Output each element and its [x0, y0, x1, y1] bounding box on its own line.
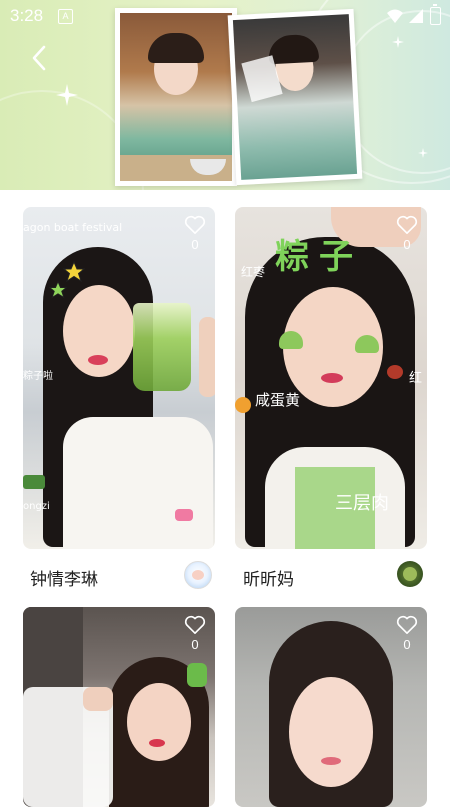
- drink-glass: [133, 303, 191, 391]
- card-sticker-text: ongzi: [23, 501, 50, 512]
- sparkle-icon: [392, 36, 404, 48]
- banner-photo-1: [115, 8, 237, 186]
- header-banner: 3:28 A: [0, 0, 450, 190]
- card-sticker-text: 粽子啦: [23, 371, 53, 382]
- banner-photo-image: [232, 14, 358, 180]
- face-shape: [127, 683, 191, 761]
- like-button[interactable]: 0: [395, 215, 419, 252]
- hand-shape: [83, 687, 113, 711]
- avatar-inner: [403, 567, 417, 581]
- card-sticker-text: 红枣: [241, 265, 266, 279]
- battery-icon: [430, 4, 441, 25]
- signal-icon: [409, 9, 423, 23]
- author-name[interactable]: 钟情李琳: [30, 565, 98, 590]
- heart-icon: [184, 615, 206, 634]
- heart-icon: [184, 215, 206, 234]
- heart-icon: [396, 615, 418, 634]
- card-sticker-text: 三层肉: [335, 493, 389, 514]
- feed-card[interactable]: 0: [235, 607, 427, 807]
- status-time: 3:28: [10, 6, 44, 25]
- hand-shape: [199, 317, 215, 397]
- sparkle-icon: [418, 148, 428, 158]
- zongzi-sticker: [355, 335, 379, 353]
- bow-sticker: [175, 509, 193, 521]
- star-sticker: [49, 281, 67, 299]
- egg-sticker: [235, 397, 251, 413]
- photo-feed: agon boat festival 粽子啦 ongzi 0 钟情李琳 粽子 红…: [0, 190, 450, 807]
- card-image: agon boat festival 粽子啦 ongzi: [23, 207, 215, 549]
- feed-card[interactable]: 粽子 红枣 咸蛋黄 三层肉 红 0: [235, 207, 427, 549]
- feed-card[interactable]: agon boat festival 粽子啦 ongzi 0: [23, 207, 215, 549]
- wifi-icon: [387, 9, 403, 23]
- like-count: 0: [403, 637, 411, 652]
- feed-card[interactable]: 0: [23, 607, 215, 807]
- author-name[interactable]: 昕昕妈: [243, 565, 294, 590]
- lips-shape: [88, 355, 108, 365]
- date-sticker: [387, 365, 403, 379]
- lips-shape: [149, 739, 165, 747]
- author-avatar[interactable]: [184, 561, 212, 589]
- card-caption: agon boat festival: [23, 221, 123, 234]
- star-sticker: [63, 261, 85, 283]
- hair-shape: [148, 33, 204, 63]
- card-sticker-title: 粽子: [275, 237, 363, 277]
- banner-photo-2: [227, 8, 363, 186]
- zongzi-sticker: [279, 331, 303, 349]
- author-avatar[interactable]: [397, 561, 423, 587]
- sparkle-icon: [56, 84, 78, 106]
- like-count: 0: [191, 637, 199, 652]
- face-shape: [289, 677, 373, 787]
- lips-shape: [321, 757, 341, 765]
- banner-photo-image: [120, 13, 232, 181]
- hair-shape: [267, 33, 320, 65]
- card-sticker-text: 咸蛋黄: [255, 391, 301, 409]
- lips-shape: [321, 373, 343, 383]
- like-button[interactable]: 0: [183, 215, 207, 252]
- like-button[interactable]: 0: [395, 615, 419, 652]
- like-count: 0: [403, 237, 411, 252]
- avatar-face: [192, 570, 204, 580]
- back-button[interactable]: [28, 44, 52, 72]
- shirt-shape: [63, 417, 213, 549]
- green-ornament: [187, 663, 207, 687]
- heart-icon: [396, 215, 418, 234]
- zongzi-sticker: [23, 475, 45, 489]
- card-image: 粽子 红枣 咸蛋黄 三层肉 红: [235, 207, 427, 549]
- notification-icon: A: [58, 9, 73, 24]
- like-button[interactable]: 0: [183, 615, 207, 652]
- card-sticker-text: 红: [409, 371, 423, 386]
- like-count: 0: [191, 237, 199, 252]
